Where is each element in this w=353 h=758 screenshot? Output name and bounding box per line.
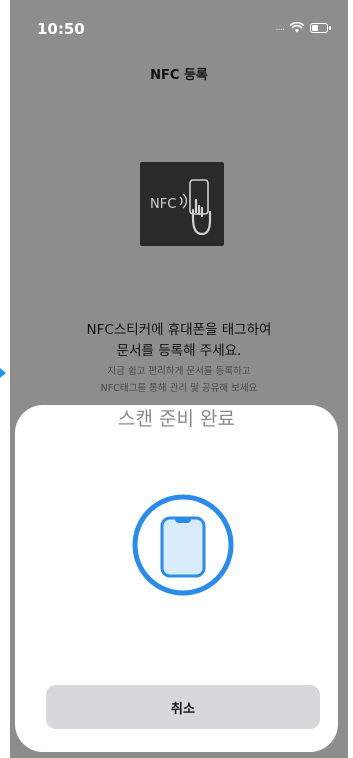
headline-line-1: NFC스티커에 휴대폰을 태그하여 xyxy=(86,322,272,338)
headline-line-2: 문서를 등록해 주세요. xyxy=(116,343,242,359)
battery-icon xyxy=(310,22,331,33)
status-bar: 10:50 .... xyxy=(10,0,348,52)
subtext-line-2: NFC태그를 통해 관리 및 공유해 보세요 xyxy=(100,383,258,394)
subtext-line-1: 지금 쉽고 편리하게 문서를 등록하고 xyxy=(107,366,251,377)
instruction-subtext: 지금 쉽고 편리하게 문서를 등록하고 NFC태그를 통해 관리 및 공유해 보… xyxy=(10,363,348,397)
phone-scan-icon xyxy=(130,492,236,598)
status-icons: .... xyxy=(275,22,331,33)
wifi-icon xyxy=(290,22,304,33)
nfc-phone-tap-icon: NFC xyxy=(140,162,224,246)
instruction-headline: NFC스티커에 휴대폰을 태그하여 문서를 등록해 주세요. xyxy=(10,320,348,362)
page-title: NFC 등록 xyxy=(150,68,208,83)
scan-sheet-title: 스캔 준비 완료 xyxy=(118,408,235,430)
side-marker xyxy=(0,368,6,378)
signal-indicator: .... xyxy=(275,22,285,33)
cancel-button[interactable]: 취소 xyxy=(46,685,320,729)
nfc-label: NFC xyxy=(150,197,176,212)
status-time: 10:50 xyxy=(37,20,85,38)
